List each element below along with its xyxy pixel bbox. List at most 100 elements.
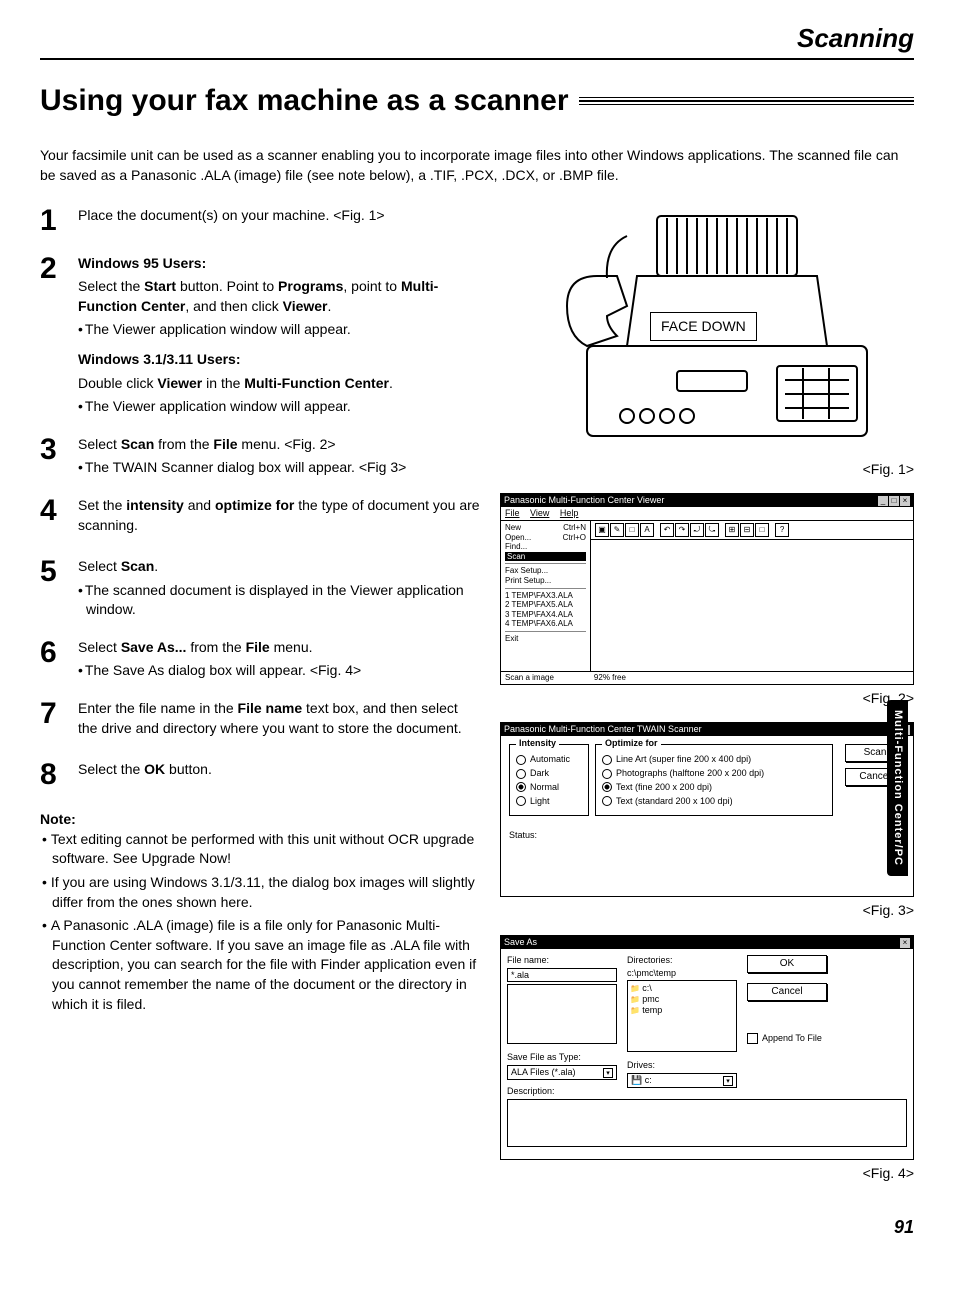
title-rule	[579, 97, 914, 105]
optimize-legend: Optimize for	[602, 738, 661, 749]
section-header: Scanning	[40, 20, 914, 60]
window-titlebar: Panasonic Multi-Function Center Viewer _…	[501, 494, 913, 507]
menu-item-find[interactable]: Find...	[505, 542, 586, 552]
radio-lineart[interactable]: Line Art (super fine 200 x 400 dpi)	[602, 754, 826, 765]
step-number: 2	[40, 254, 66, 417]
note-list: Text editing cannot be performed with th…	[42, 830, 480, 1014]
t: Select the	[78, 278, 144, 294]
dir-item[interactable]: pmc	[630, 994, 734, 1005]
recent-file[interactable]: 1 TEMP\FAX3.ALA	[505, 591, 586, 601]
menubar: File View Help	[501, 507, 913, 521]
window-title: Save As	[504, 937, 537, 948]
intro-paragraph: Your facsimile unit can be used as a sca…	[40, 146, 900, 185]
savetype-label: Save File as Type:	[507, 1052, 617, 1063]
bullet: The Viewer application window will appea…	[78, 397, 480, 417]
radio-dark[interactable]: Dark	[516, 768, 582, 779]
bold: Viewer	[283, 298, 328, 314]
cancel-button[interactable]: Cancel	[747, 983, 827, 1001]
menu-item-scan[interactable]: Scan	[505, 552, 586, 562]
dir-item[interactable]: c:\	[630, 983, 734, 994]
description-label: Description:	[507, 1086, 617, 1097]
step-number: 6	[40, 638, 66, 681]
menu-item-open[interactable]: Open...	[505, 533, 531, 543]
menu-item-new[interactable]: New	[505, 523, 521, 533]
page-number: 91	[40, 1215, 914, 1240]
savetype-combo[interactable]: ALA Files (*.ala) ▾	[507, 1065, 617, 1080]
dir-item[interactable]: temp	[630, 1005, 734, 1016]
description-input[interactable]	[507, 1099, 907, 1147]
radio-text-fine[interactable]: Text (fine 200 x 200 dpi)	[602, 782, 826, 793]
toolbar-button[interactable]: ⤿	[705, 523, 719, 537]
append-checkbox[interactable]: Append To File	[747, 1033, 827, 1044]
intensity-legend: Intensity	[516, 738, 559, 749]
window-title: Panasonic Multi-Function Center TWAIN Sc…	[504, 724, 702, 735]
menu-item-exit[interactable]: Exit	[505, 634, 586, 644]
combo-value: 💾 c:	[631, 1075, 652, 1086]
menu-view[interactable]: View	[530, 508, 549, 518]
close-icon[interactable]: ×	[900, 496, 910, 506]
recent-file[interactable]: 2 TEMP\FAX5.ALA	[505, 600, 586, 610]
step-text: Select Scan from the File menu. <Fig. 2>	[78, 435, 480, 455]
toolbar-button[interactable]: ?	[775, 523, 789, 537]
maximize-icon[interactable]: □	[889, 496, 899, 506]
toolbar-button[interactable]: ⤾	[690, 523, 704, 537]
chevron-down-icon[interactable]: ▾	[603, 1068, 613, 1078]
toolbar-button[interactable]: A	[640, 523, 654, 537]
ok-button[interactable]: OK	[747, 955, 827, 973]
radio-normal[interactable]: Normal	[516, 782, 582, 793]
step-1: 1 Place the document(s) on your machine.…	[40, 206, 480, 236]
note-item: If you are using Windows 3.1/3.11, the d…	[42, 873, 480, 912]
step-number: 4	[40, 496, 66, 539]
menu-help[interactable]: Help	[560, 508, 579, 518]
menu-file[interactable]: File	[505, 508, 520, 518]
side-tab: Multi-Function Center/PC	[887, 700, 908, 876]
step-text: Double click Viewer in the Multi-Functio…	[78, 374, 480, 394]
directories-path: c:\pmc\temp	[627, 968, 737, 979]
radio-photographs[interactable]: Photographs (halftone 200 x 200 dpi)	[602, 768, 826, 779]
toolbar-button[interactable]: ↶	[660, 523, 674, 537]
toolbar-button[interactable]: ⊞	[725, 523, 739, 537]
recent-file[interactable]: 3 TEMP\FAX4.ALA	[505, 610, 586, 620]
menu-item-faxsetup[interactable]: Fax Setup...	[505, 566, 586, 576]
t: .	[154, 558, 158, 574]
directories-listbox[interactable]: c:\ pmc temp	[627, 980, 737, 1052]
menu-item-printsetup[interactable]: Print Setup...	[505, 576, 586, 586]
step-text: Select the Start button. Point to Progra…	[78, 277, 480, 316]
t: Select	[78, 639, 121, 655]
radio-light[interactable]: Light	[516, 796, 582, 807]
toolbar-button[interactable]: ▣	[595, 523, 609, 537]
filename-listbox[interactable]	[507, 984, 617, 1044]
note-item: Text editing cannot be performed with th…	[42, 830, 480, 869]
bold: Viewer	[157, 375, 202, 391]
t: .	[389, 375, 393, 391]
t: Enter the file name in the	[78, 700, 238, 716]
radio-automatic[interactable]: Automatic	[516, 754, 582, 765]
t: Select the	[78, 761, 144, 777]
t: Set the	[78, 497, 126, 513]
toolbar-button[interactable]: ↷	[675, 523, 689, 537]
bold: Scan	[121, 436, 154, 452]
minimize-icon[interactable]: _	[878, 496, 888, 506]
filename-label: File name:	[507, 955, 617, 966]
figure-2-viewer-window: Panasonic Multi-Function Center Viewer _…	[500, 493, 914, 684]
figure-3-caption: <Fig. 3>	[500, 901, 914, 921]
step-text: Place the document(s) on your machine. <…	[78, 206, 480, 226]
combo-value: ALA Files (*.ala)	[511, 1067, 576, 1078]
figure-3-twain-dialog: Panasonic Multi-Function Center TWAIN Sc…	[500, 722, 914, 897]
radio-text-standard[interactable]: Text (standard 200 x 100 dpi)	[602, 796, 826, 807]
toolbar-button[interactable]: □	[625, 523, 639, 537]
close-icon[interactable]: ×	[900, 938, 910, 948]
step-5: 5 Select Scan. The scanned document is d…	[40, 557, 480, 620]
drives-label: Drives:	[627, 1060, 737, 1071]
chevron-down-icon[interactable]: ▾	[723, 1076, 733, 1086]
window-controls: _□×	[877, 495, 910, 506]
step-number: 7	[40, 699, 66, 742]
drives-combo[interactable]: 💾 c: ▾	[627, 1073, 737, 1088]
toolbar-button[interactable]: ✎	[610, 523, 624, 537]
toolbar-button[interactable]: ⊟	[740, 523, 754, 537]
filename-input[interactable]: *.ala	[507, 968, 617, 983]
bold: File	[213, 436, 237, 452]
toolbar-button[interactable]: □	[755, 523, 769, 537]
recent-file[interactable]: 4 TEMP\FAX6.ALA	[505, 619, 586, 629]
t: Double click	[78, 375, 157, 391]
